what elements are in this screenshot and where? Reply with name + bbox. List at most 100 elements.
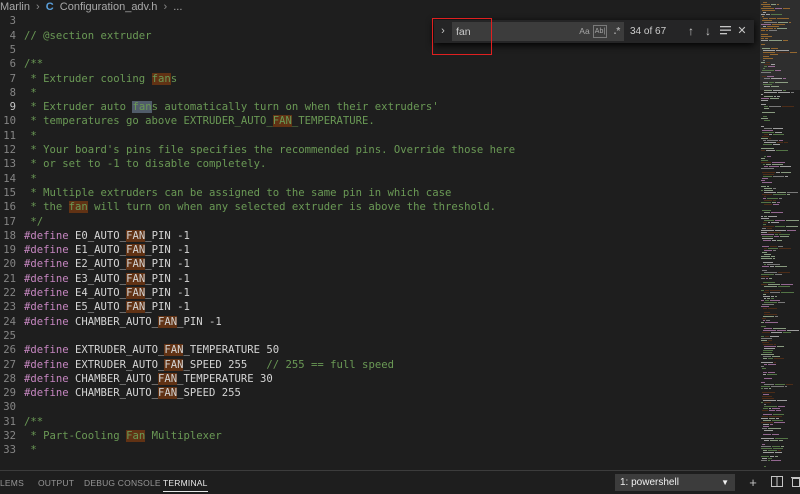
code-line[interactable]: 24 #define CHAMBER_AUTO_FAN_PIN -1 [0, 315, 760, 329]
close-icon[interactable]: ✕ [735, 23, 749, 40]
breadcrumb-file[interactable]: Configuration_adv.h [60, 0, 158, 14]
minimap-line [761, 418, 768, 419]
minimap-line [778, 22, 788, 23]
breadcrumb-folder[interactable]: Marlin [0, 0, 30, 14]
minimap-line [767, 186, 769, 187]
arrow-up-icon[interactable]: ↑ [684, 23, 698, 40]
minimap-line [764, 90, 772, 91]
minimap-line [761, 338, 772, 339]
minimap-line [771, 222, 779, 223]
line-number: 3 [9, 15, 16, 28]
tab-terminal[interactable]: TERMINAL [163, 471, 208, 494]
code-line[interactable]: 16 * the fan will turn on when any selec… [0, 200, 760, 214]
find-in-selection-icon[interactable] [718, 23, 732, 40]
minimap-line [775, 230, 786, 231]
search-match: FAN [126, 272, 146, 285]
code-line[interactable]: 20 #define E2_AUTO_FAN_PIN -1 [0, 257, 760, 271]
code-line[interactable]: 27 #define EXTRUDER_AUTO_FAN_SPEED 255 //… [0, 358, 760, 372]
minimap-line [764, 200, 772, 201]
trash-icon[interactable] [789, 474, 800, 492]
code-line[interactable]: 14 * [0, 172, 760, 186]
tab-debug-console[interactable]: DEBUG CONSOLE [84, 471, 161, 494]
code-line[interactable]: 15 * Multiple extruders can be assigned … [0, 186, 760, 200]
minimap-line [775, 8, 782, 9]
code-line[interactable]: 5 [0, 43, 760, 57]
code-line[interactable]: 17 */ [0, 215, 760, 229]
minimap-line [773, 90, 782, 91]
minimap-line [777, 240, 782, 241]
minimap-line [762, 182, 772, 183]
regex-toggle[interactable]: .* [611, 25, 623, 38]
minimap-line [781, 172, 791, 173]
code-line[interactable]: 11 * [0, 129, 760, 143]
minimap-line [763, 116, 767, 117]
minimap-line [761, 326, 766, 327]
breadcrumb-more[interactable]: ... [173, 0, 182, 14]
minimap-line [764, 292, 769, 293]
minimap-line [772, 420, 783, 421]
code-line[interactable]: 13 * or set to -1 to disable completely. [0, 157, 760, 171]
code-line[interactable]: 23 #define E5_AUTO_FAN_PIN -1 [0, 300, 760, 314]
code-line[interactable]: 28 #define CHAMBER_AUTO_FAN_TEMPERATURE 3… [0, 372, 760, 386]
code-line[interactable]: 6 /** [0, 57, 760, 71]
terminal-select[interactable]: 1: powershell ▼ [615, 474, 735, 491]
tab-output[interactable]: OUTPUT [38, 471, 74, 494]
minimap-line [773, 128, 783, 129]
minimap-line [778, 286, 790, 287]
code-line[interactable]: 10 * temperatures go above EXTRUDER_AUTO… [0, 114, 760, 128]
minimap-line [764, 156, 766, 157]
code-line[interactable]: 7 * Extruder cooling fans [0, 72, 760, 86]
line-number: 28 [3, 372, 16, 385]
code-line[interactable]: 19 #define E1_AUTO_FAN_PIN -1 [0, 243, 760, 257]
minimap-line [778, 246, 783, 247]
minimap-line [762, 48, 770, 49]
line-code: #define E5_AUTO_FAN_PIN -1 [24, 301, 190, 314]
code-line[interactable]: 33 * [0, 443, 760, 457]
code-line[interactable]: 32 * Part-Cooling Fan Multiplexer [0, 429, 760, 443]
code-line[interactable]: 22 #define E4_AUTO_FAN_PIN -1 [0, 286, 760, 300]
match-case-toggle[interactable]: Aa [578, 25, 591, 38]
minimap-line [762, 132, 774, 133]
minimap-line [761, 186, 766, 187]
tab-problems[interactable]: LEMS [0, 471, 24, 494]
plus-icon[interactable]: + [746, 474, 760, 492]
minimap-line [764, 314, 777, 315]
match-whole-word-toggle[interactable]: Ab| [593, 25, 607, 38]
minimap-line [764, 406, 777, 407]
minimap-line [763, 400, 776, 401]
search-match: FAN [157, 387, 178, 400]
code-line[interactable]: 21 #define E3_AUTO_FAN_PIN -1 [0, 272, 760, 286]
minimap-line [783, 332, 791, 333]
minimap-line [764, 312, 770, 313]
minimap-line [764, 188, 772, 189]
arrow-down-icon[interactable]: ↓ [701, 23, 715, 40]
code-line[interactable]: 31 /** [0, 415, 760, 429]
code-line[interactable]: 8 * [0, 86, 760, 100]
minimap[interactable] [760, 0, 800, 470]
minimap-line [771, 78, 782, 79]
minimap-line [763, 408, 768, 409]
code-editor[interactable]: 2#endif34// @section extruder56/**7 * Ex… [0, 0, 760, 470]
code-line[interactable]: 30 [0, 400, 760, 414]
minimap-line [764, 250, 772, 251]
minimap-line [775, 234, 778, 235]
minimap-line [761, 148, 774, 149]
minimap-line [764, 166, 768, 167]
code-line[interactable]: 26 #define EXTRUDER_AUTO_FAN_TEMPERATURE … [0, 343, 760, 357]
minimap-line [764, 286, 777, 287]
line-code: * Multiple extruders can be assigned to … [24, 186, 452, 199]
minimap-line [777, 142, 783, 143]
minimap-line [763, 52, 775, 53]
minimap-line [771, 386, 784, 387]
line-number: 17 [3, 215, 16, 228]
split-terminal-icon[interactable] [770, 474, 784, 492]
minimap-line [764, 378, 772, 379]
code-line[interactable]: 12 * Your board's pins file specifies th… [0, 143, 760, 157]
code-line[interactable]: 29 #define CHAMBER_AUTO_FAN_SPEED 255 [0, 386, 760, 400]
code-line[interactable]: 18 #define E0_AUTO_FAN_PIN -1 [0, 229, 760, 243]
code-line[interactable]: 25 [0, 329, 760, 343]
minimap-line [761, 4, 770, 5]
code-line[interactable]: 9 * Extruder auto fans automatically tur… [0, 100, 760, 114]
minimap-line [763, 372, 767, 373]
minimap-line [775, 438, 788, 439]
